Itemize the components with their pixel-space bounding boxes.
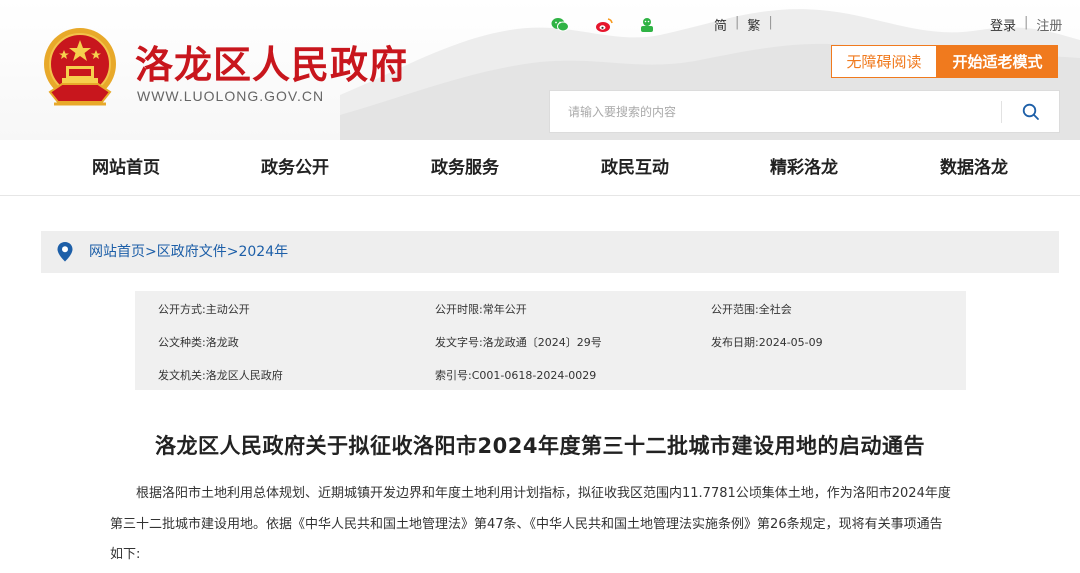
national-emblem-logo — [44, 28, 116, 106]
article-paragraph-line-3: 如下: — [110, 547, 141, 562]
article-paragraph-line-1: 根据洛阳市土地利用总体规划、近期城镇开发边界和年度土地利用计划指标，拟征收我区范… — [136, 486, 951, 501]
meta-document-type: 公文种类:洛龙政 — [158, 336, 239, 349]
language-switch: 简 | 繁 | — [714, 15, 773, 34]
article-title: 洛龙区人民政府关于拟征收洛阳市2024年度第三十二批城市建设用地的启动通告 — [155, 434, 925, 458]
register-link[interactable]: 注册 — [1036, 15, 1062, 34]
nav-item-gov-affairs-open[interactable]: 政务公开 — [261, 140, 329, 196]
search-box — [549, 90, 1060, 133]
meta-disclosure-period: 公开时限:常年公开 — [435, 303, 527, 316]
mini-program-icon[interactable] — [638, 16, 656, 34]
breadcrumb: 网站首页 > 区政府文件 > 2024年 — [41, 231, 1059, 273]
search-input[interactable] — [550, 91, 1001, 132]
weibo-icon[interactable] — [595, 16, 613, 34]
breadcrumb-year[interactable]: 2024年 — [238, 231, 288, 273]
meta-disclosure-method: 公开方式:主动公开 — [158, 303, 250, 316]
wechat-icon[interactable] — [551, 16, 569, 34]
breadcrumb-home[interactable]: 网站首页 — [89, 231, 145, 273]
elder-mode-button[interactable]: 开始适老模式 — [937, 45, 1058, 78]
nav-item-gov-services[interactable]: 政务服务 — [431, 140, 499, 196]
main-nav: 网站首页 政务公开 政务服务 政民互动 精彩洛龙 数据洛龙 — [0, 140, 1080, 196]
breadcrumb-gov-documents[interactable]: 区政府文件 — [157, 231, 227, 273]
search-icon — [1022, 103, 1039, 120]
meta-publish-date: 发布日期:2024-05-09 — [711, 336, 823, 349]
nav-item-interaction[interactable]: 政民互动 — [601, 140, 669, 196]
site-url: WWW.LUOLONG.GOV.CN — [137, 88, 325, 104]
lang-separator: | — [768, 15, 773, 30]
location-pin-icon — [57, 242, 73, 262]
meta-document-number: 发文字号:洛龙政通〔2024〕29号 — [435, 336, 602, 349]
auth-links: 登录 | 注册 — [990, 15, 1062, 34]
nav-item-data-luolong[interactable]: 数据洛龙 — [940, 140, 1008, 196]
site-header: 洛龙区人民政府 WWW.LUOLONG.GOV.CN 简 | 繁 | 登录 | — [0, 0, 1080, 140]
nav-item-wonderful-luolong[interactable]: 精彩洛龙 — [770, 140, 838, 196]
document-metadata: 公开方式:主动公开 公开时限:常年公开 公开范围:全社会 公文种类:洛龙政 发文… — [135, 291, 966, 390]
meta-issuing-authority: 发文机关:洛龙区人民政府 — [158, 369, 283, 382]
nav-item-home[interactable]: 网站首页 — [92, 140, 160, 196]
accessible-reading-button[interactable]: 无障碍阅读 — [831, 45, 937, 78]
site-name: 洛龙区人民政府 — [135, 43, 409, 87]
meta-index-number: 索引号:C001-0618-2024-0029 — [435, 369, 597, 382]
breadcrumb-separator: > — [226, 244, 239, 260]
lang-traditional[interactable]: 繁 — [747, 15, 760, 34]
meta-disclosure-scope: 公开范围:全社会 — [711, 303, 792, 316]
lang-simplified[interactable]: 简 — [714, 15, 727, 34]
lang-separator: | — [735, 15, 740, 30]
breadcrumb-separator: > — [145, 244, 157, 260]
auth-separator: | — [1024, 15, 1029, 30]
search-button[interactable] — [1002, 91, 1060, 132]
article-paragraph-line-2: 第三十二批城市建设用地。依据《中华人民共和国土地管理法》第47条、《中华人民共和… — [110, 517, 943, 532]
login-link[interactable]: 登录 — [990, 15, 1016, 34]
